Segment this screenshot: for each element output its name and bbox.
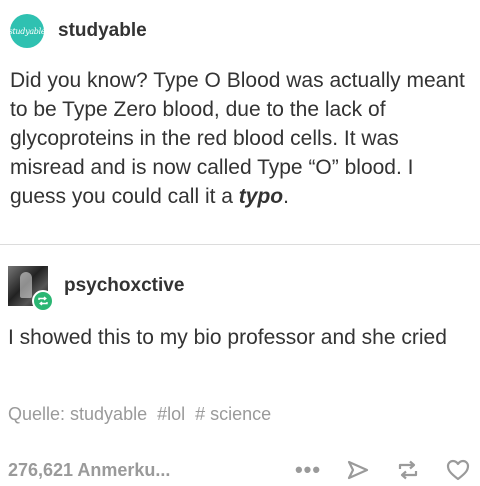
tag-lol[interactable]: #lol: [157, 404, 185, 425]
avatar[interactable]: studyable: [8, 14, 46, 48]
divider: [0, 244, 480, 245]
more-icon[interactable]: •••: [294, 456, 322, 484]
post-body-text: Did you know? Type O Blood was actually …: [10, 69, 465, 208]
username[interactable]: psychoxctive: [64, 275, 184, 297]
post-author-row: studyable studyable: [8, 14, 147, 48]
reblog-icon[interactable]: [394, 456, 422, 484]
emphasized-word: typo: [238, 185, 284, 208]
action-bar: •••: [294, 456, 472, 484]
reblog-comment: I showed this to my bio professor and sh…: [8, 326, 447, 349]
source-link[interactable]: Quelle: studyable: [8, 404, 147, 425]
tumblr-post: studyable studyable Did you know? Type O…: [0, 0, 480, 486]
reblog-author-row: psychoxctive: [8, 266, 184, 312]
source-row: Quelle: studyable #lol # science: [8, 404, 271, 425]
post-body: Did you know? Type O Blood was actually …: [10, 66, 472, 211]
like-icon[interactable]: [444, 456, 472, 484]
avatar-logo-text: studyable: [8, 26, 46, 36]
share-icon[interactable]: [344, 456, 372, 484]
reblog-badge-icon: [32, 290, 54, 312]
tag-science[interactable]: # science: [195, 404, 271, 425]
avatar[interactable]: [8, 266, 54, 312]
avatar-photo: [20, 272, 32, 298]
post-body-punctuation: .: [283, 185, 289, 208]
username[interactable]: studyable: [58, 20, 147, 42]
notes-count[interactable]: 276,621 Anmerku...: [8, 460, 294, 481]
post-footer: 276,621 Anmerku... •••: [8, 456, 472, 484]
